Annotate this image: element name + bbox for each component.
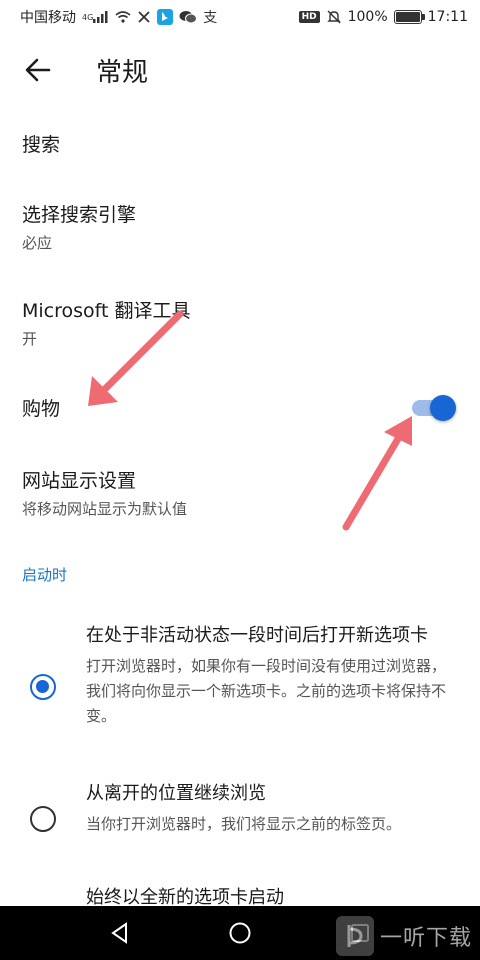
startup-option-1-description: 打开浏览器时，如果你有一段时间没有使用过浏览器，我们将向你显示一个新选项卡。之前… (86, 657, 447, 725)
startup-option-1-text: 在处于非活动状态一段时间后打开新选项卡 打开浏览器时，如果你有一段时间没有使用过… (86, 622, 458, 729)
arrow-back-icon (25, 58, 51, 82)
wifi-icon (115, 11, 131, 23)
setting-shopping[interactable]: 购物 (22, 396, 458, 422)
watermark-logo-icon (335, 916, 374, 956)
nav-back-button[interactable] (100, 913, 140, 953)
startup-option-2-description: 当你打开浏览器时，我们将显示之前的标签页。 (86, 815, 402, 833)
setting-search-engine-value: 必应 (22, 234, 53, 252)
battery-percent: 100% (347, 9, 388, 25)
status-right: HD 100% 17:11 (298, 9, 468, 25)
setting-site-display-subtitle: 将移动网站显示为默认值 (22, 500, 188, 518)
signal-icon: 4G (82, 11, 109, 23)
setting-search[interactable]: 搜索 (22, 132, 458, 158)
section-header-startup: 启动时 (22, 566, 68, 584)
watermark-text: 一听下载 (379, 926, 472, 951)
circle-home-icon (229, 922, 251, 944)
status-left: 中国移动 4G 支 (20, 7, 217, 27)
carrier-label: 中国移动 (20, 10, 76, 26)
startup-option-2-text: 从离开的位置继续浏览 当你打开浏览器时，我们将显示之前的标签页。 (86, 780, 458, 837)
startup-option-2-radio[interactable] (30, 806, 56, 832)
startup-option-2-title: 从离开的位置继续浏览 (86, 783, 266, 804)
triangle-back-icon (111, 922, 127, 944)
setting-search-engine-title: 选择搜索引擎 (22, 204, 137, 226)
setting-translator-value: 开 (22, 330, 38, 348)
startup-option-1-radio[interactable] (30, 674, 56, 700)
bing-app-icon (157, 9, 174, 25)
shopping-toggle-thumb (430, 395, 456, 421)
setting-translator-title: Microsoft 翻译工具 (22, 300, 191, 322)
setting-translator[interactable]: Microsoft 翻译工具 开 (22, 298, 458, 350)
network-type-label: 4G (82, 12, 94, 22)
tools-icon (137, 10, 151, 24)
mute-bell-icon (326, 9, 342, 25)
battery-icon (393, 10, 425, 24)
shopping-toggle[interactable] (410, 395, 456, 421)
status-bar: 中国移动 4G 支 HD 100% 17:11 (0, 0, 480, 34)
hd-badge: HD (298, 11, 320, 23)
setting-site-display[interactable]: 网站显示设置 将移动网站显示为默认值 (22, 468, 458, 520)
battery-fill (395, 12, 420, 22)
alipay-icon: 支 (203, 10, 218, 26)
setting-shopping-title: 购物 (22, 398, 61, 420)
page-title: 常规 (96, 57, 149, 88)
clock: 17:11 (427, 9, 468, 25)
wechat-icon (179, 10, 198, 24)
startup-option-1-title: 在处于非活动状态一段时间后打开新选项卡 (86, 625, 428, 646)
nav-home-button[interactable] (220, 913, 260, 953)
setting-site-display-title: 网站显示设置 (22, 470, 137, 492)
back-button[interactable] (0, 34, 76, 106)
app-bar: 常规 (0, 34, 480, 106)
setting-search-engine[interactable]: 选择搜索引擎 必应 (22, 202, 458, 254)
watermark: 一听下载 (335, 916, 472, 956)
setting-search-title: 搜索 (22, 134, 61, 156)
